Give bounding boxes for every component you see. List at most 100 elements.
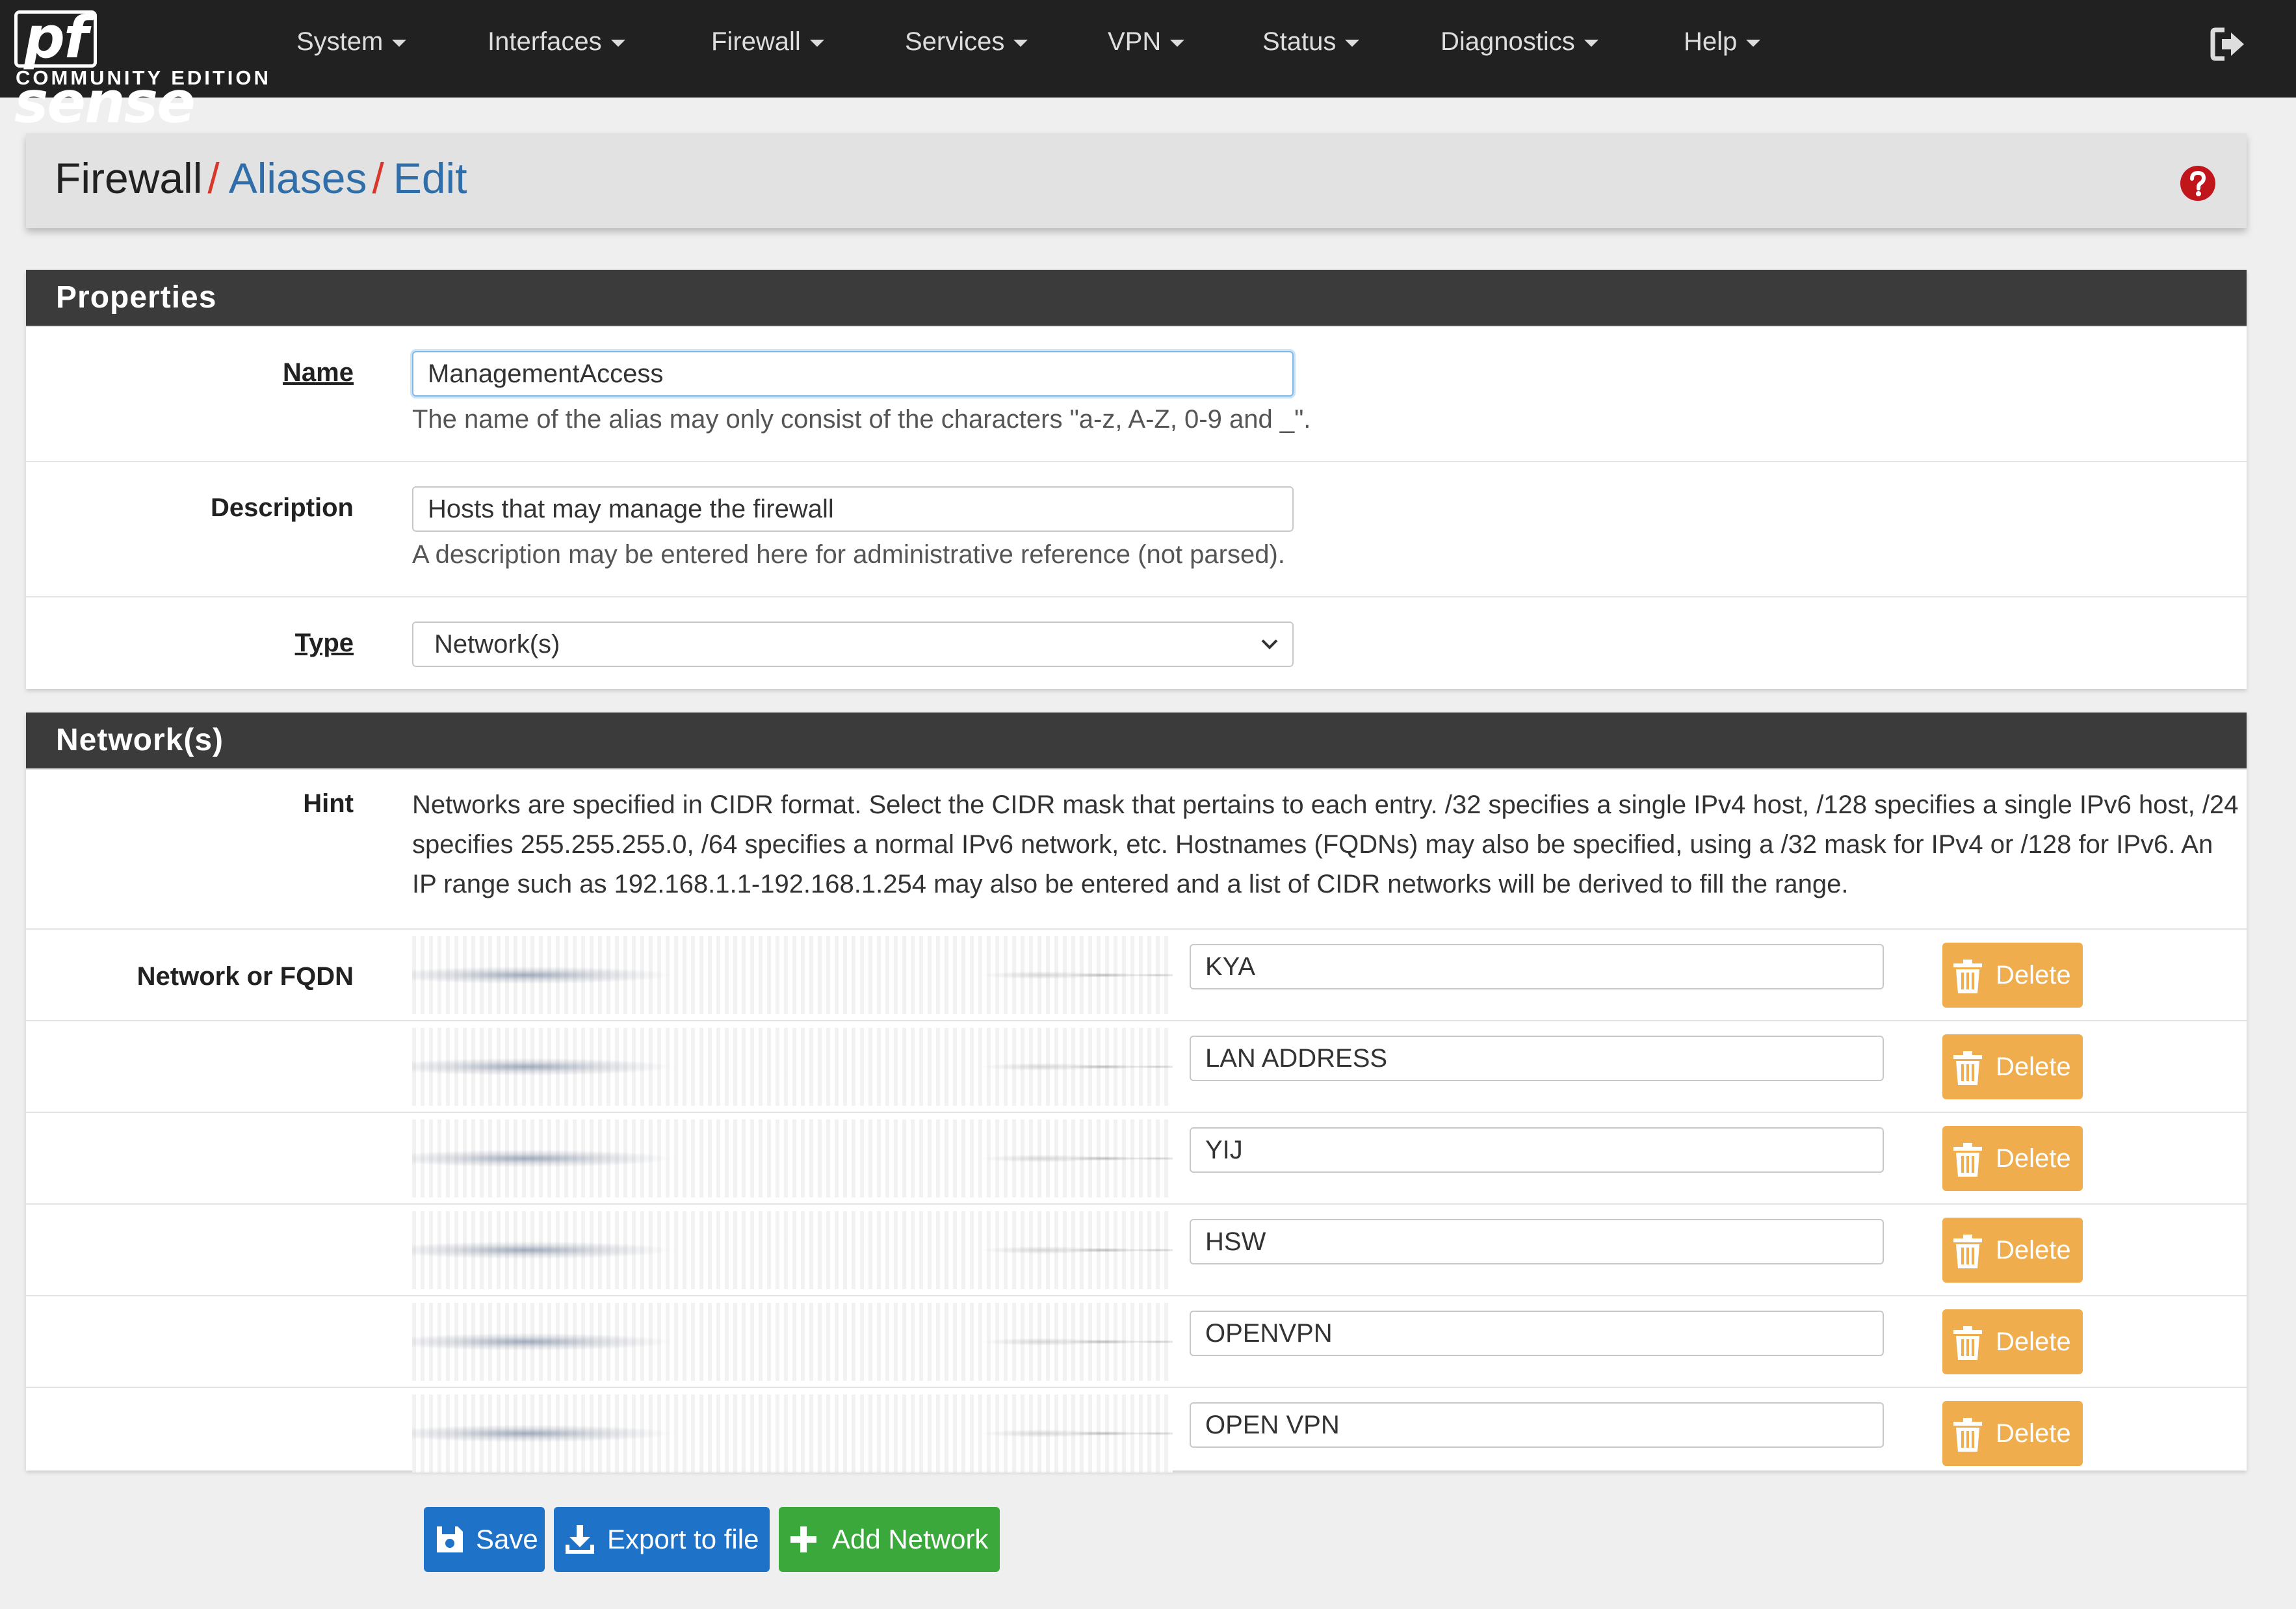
name-label: Name (283, 358, 354, 387)
delete-label: Delete (1996, 1419, 2071, 1448)
hint-row: Hint Networks are specified in CIDR form… (26, 768, 2247, 928)
network-description-value: OPENVPN (1205, 1319, 1333, 1348)
add-network-label: Add Network (832, 1524, 989, 1554)
network-address-redacted[interactable] (412, 1394, 1173, 1472)
description-input[interactable]: Hosts that may manage the firewall (412, 486, 1294, 532)
plus-icon (790, 1526, 816, 1552)
trash-icon (1953, 1143, 1982, 1177)
logo-edition: COMMUNITY EDITION (16, 66, 271, 89)
network-description-input[interactable]: OPENVPN (1190, 1311, 1884, 1356)
download-icon (566, 1525, 594, 1554)
description-input-value: Hosts that may manage the firewall (428, 495, 834, 523)
delete-label: Delete (1996, 1144, 2071, 1173)
nav-help[interactable]: Help (1684, 27, 1761, 57)
nav-status[interactable]: Status (1262, 27, 1360, 57)
network-address-redacted[interactable] (412, 1028, 1173, 1106)
caret-down-icon (392, 39, 407, 47)
caret-down-icon (809, 39, 824, 47)
network-description-input[interactable]: YIJ (1190, 1127, 1884, 1173)
breadcrumb-firewall: Firewall (55, 154, 203, 202)
hint-label: Hint (303, 789, 354, 818)
name-row: Name ManagementAccess The name of the al… (26, 326, 2247, 461)
breadcrumb-bar: Firewall / Aliases / Edit (26, 133, 2247, 228)
trash-icon (1953, 1051, 1982, 1085)
trash-icon (1953, 1418, 1982, 1452)
network-row: YIJ Delete (26, 1112, 2247, 1203)
type-select[interactable]: Network(s) (412, 621, 1294, 667)
network-row: OPENVPN Delete (26, 1295, 2247, 1387)
logo-pf: pf (14, 9, 98, 68)
nav-interfaces[interactable]: Interfaces (488, 27, 625, 57)
network-description-input[interactable]: HSW (1190, 1219, 1884, 1264)
delete-button[interactable]: Delete (1942, 1034, 2083, 1099)
nav-label: Firewall (711, 27, 801, 56)
network-fqdn-label: Network or FQDN (137, 962, 354, 991)
breadcrumb-aliases-link[interactable]: Aliases (229, 154, 367, 202)
breadcrumb-separator: / (207, 154, 220, 202)
network-address-redacted[interactable] (412, 1211, 1173, 1289)
caret-down-icon (1345, 39, 1360, 47)
network-description-value: KYA (1205, 952, 1256, 981)
hint-text: Networks are specified in CIDR format. S… (412, 791, 2239, 898)
nav-label: Status (1262, 27, 1337, 56)
delete-button[interactable]: Delete (1942, 1309, 2083, 1374)
type-select-value: Network(s) (434, 630, 560, 659)
breadcrumb-edit-link[interactable]: Edit (393, 154, 467, 202)
delete-button[interactable]: Delete (1942, 1218, 2083, 1283)
networks-heading: Network(s) (26, 713, 2247, 768)
export-to-file-button[interactable]: Export to file (554, 1507, 770, 1572)
name-input[interactable]: ManagementAccess (412, 351, 1294, 397)
description-help-text: A description may be entered here for ad… (412, 540, 1285, 569)
network-row: HSW Delete (26, 1203, 2247, 1295)
save-label: Save (476, 1524, 538, 1554)
network-description-input[interactable]: OPEN VPN (1190, 1402, 1884, 1448)
network-description-value: YIJ (1205, 1136, 1243, 1164)
save-button[interactable]: Save (424, 1507, 545, 1572)
delete-label: Delete (1996, 1053, 2071, 1081)
nav-vpn[interactable]: VPN (1108, 27, 1185, 57)
breadcrumb-separator: / (372, 154, 384, 202)
caret-down-icon (610, 39, 625, 47)
network-description-value: HSW (1205, 1227, 1266, 1256)
network-address-redacted[interactable] (412, 936, 1173, 1014)
network-description-value: LAN ADDRESS (1205, 1044, 1388, 1073)
description-row: Description Hosts that may manage the fi… (26, 461, 2247, 596)
export-label: Export to file (607, 1524, 759, 1554)
nav-services[interactable]: Services (905, 27, 1028, 57)
network-address-redacted[interactable] (412, 1303, 1173, 1381)
add-network-button[interactable]: Add Network (779, 1507, 1000, 1572)
type-row: Type Network(s) (26, 596, 2247, 692)
delete-button[interactable]: Delete (1942, 943, 2083, 1008)
caret-down-icon (1746, 39, 1761, 47)
logout-icon[interactable] (2209, 25, 2248, 64)
nav-diagnostics[interactable]: Diagnostics (1441, 27, 1598, 57)
network-address-redacted[interactable] (412, 1119, 1173, 1197)
chevron-down-icon (1261, 639, 1278, 649)
network-description-value: OPEN VPN (1205, 1411, 1340, 1439)
breadcrumb: Firewall / Aliases / Edit (55, 157, 467, 200)
trash-icon (1953, 960, 1982, 993)
nav-system[interactable]: System (296, 27, 407, 57)
nav-label: Diagnostics (1441, 27, 1575, 56)
delete-label: Delete (1996, 1328, 2071, 1356)
delete-button[interactable]: Delete (1942, 1126, 2083, 1191)
delete-button[interactable]: Delete (1942, 1401, 2083, 1466)
top-navbar: pfsense COMMUNITY EDITION System Interfa… (0, 0, 2296, 135)
nav-label: Help (1684, 27, 1738, 56)
name-help-text: The name of the alias may only consist o… (412, 405, 1311, 434)
nav-label: Services (905, 27, 1005, 56)
name-input-value: ManagementAccess (428, 360, 664, 388)
nav-label: VPN (1108, 27, 1162, 56)
network-description-input[interactable]: LAN ADDRESS (1190, 1036, 1884, 1081)
help-question-icon[interactable] (2180, 165, 2216, 202)
caret-down-icon (1013, 39, 1028, 47)
properties-panel: Properties Name ManagementAccess The nam… (26, 270, 2247, 689)
trash-icon (1953, 1326, 1982, 1360)
caret-down-icon (1584, 39, 1598, 47)
delete-label: Delete (1996, 961, 2071, 989)
save-floppy-icon (437, 1526, 463, 1552)
properties-heading: Properties (26, 270, 2247, 326)
nav-firewall[interactable]: Firewall (711, 27, 824, 57)
pfsense-logo[interactable]: pfsense COMMUNITY EDITION (14, 5, 268, 135)
network-description-input[interactable]: KYA (1190, 944, 1884, 989)
